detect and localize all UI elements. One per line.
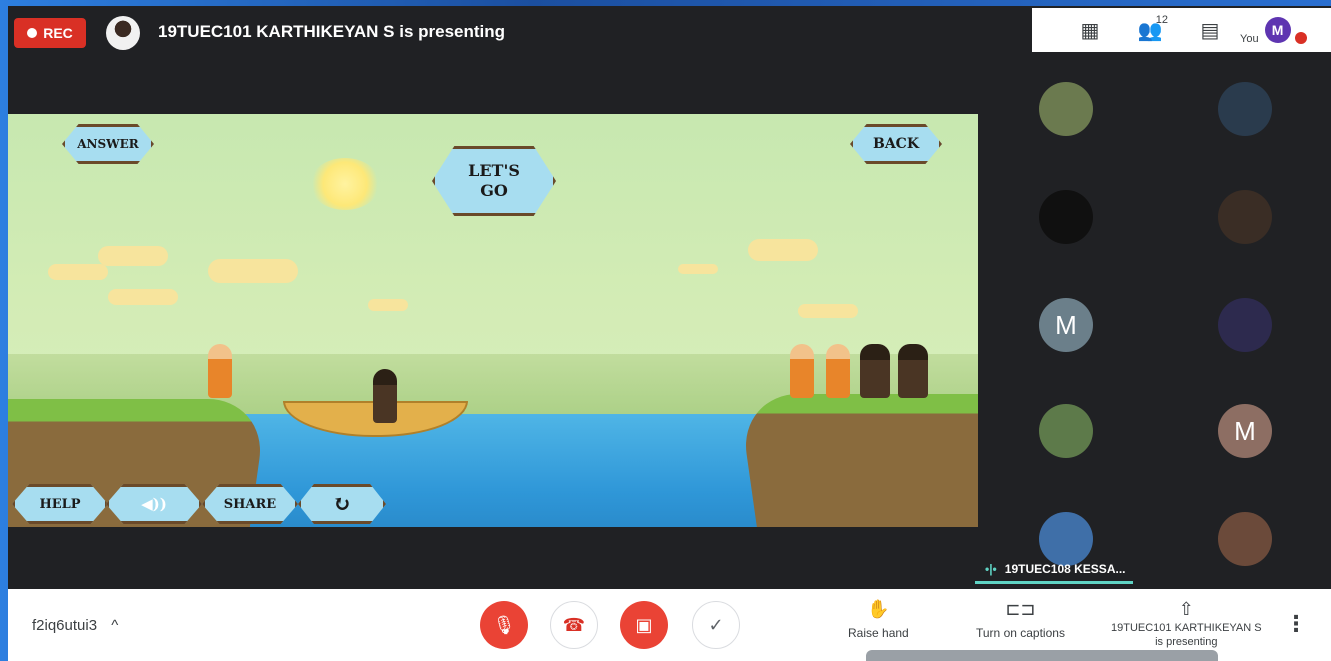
audio-wave-icon: •|• [985,561,997,576]
check-icon: ✓ [708,614,724,635]
hand-icon: ✋ [867,599,890,619]
lets-go-button[interactable]: LET'S GO [432,146,556,216]
presentation-topbar: REC 19TUEC101 KARTHIKEYAN S is presentin… [8,6,978,56]
record-dot-icon [27,28,38,38]
cannibal-character[interactable] [373,369,397,423]
cloud-graphic [748,239,818,261]
lets-go-line2: GO [480,181,508,200]
chat-button[interactable]: ▤ [1180,8,1240,52]
captions-icon: ⊏⊐ [1005,599,1036,619]
reload-icon: ↻ [332,491,352,517]
chat-icon: ▤ [1200,19,1220,42]
share-label: SHARE [223,496,277,512]
cloud-graphic [208,259,298,283]
answer-button[interactable]: ANSWER [62,124,154,164]
speaker-icon: ◀)) [141,495,167,513]
presenter-banner: 19TUEC101 KARTHIKEYAN S is presenting [158,22,506,41]
more-options-button[interactable]: ⋮ [1285,611,1307,637]
cannibal-character[interactable] [860,344,890,398]
cloud-graphic [368,299,408,311]
captions-button[interactable]: ⊏⊐ Turn on captions [976,599,1065,640]
self-view-button[interactable]: You M [1240,15,1307,45]
sound-button[interactable]: ◀)) [106,484,202,524]
tile-initial: M [1234,415,1256,446]
hang-up-icon: ☎ [562,614,586,635]
participant-tile-5[interactable]: M [1039,298,1093,352]
meeting-details-button[interactable]: f2iq6utui3 ^ [32,617,118,634]
participant-tile-1[interactable] [1039,82,1093,136]
participant-tile-2[interactable] [1218,82,1272,136]
monk-character[interactable] [790,344,814,398]
camera-off-icon: ▣ [635,614,653,635]
active-speaker-label: •|• 19TUEC108 KESSA... [975,556,1133,584]
system-taskbar-peek [866,650,1218,661]
cloud-graphic [98,246,168,266]
cloud-graphic [798,304,858,318]
cloud-graphic [678,264,718,274]
check-button[interactable]: ✓ [692,601,740,649]
presenter-avatar [106,16,140,50]
layout-grid-icon[interactable]: ▦ [1060,8,1120,52]
shared-screen-game: ANSWER BACK LET'S GO HELP ◀)) SHARE ↻ [8,114,978,527]
lets-go-line1: LET'S [468,161,520,180]
mic-off-icon: 🎙 [492,614,516,635]
restart-button[interactable]: ↻ [298,484,386,524]
presenting-line1: 19TUEC101 KARTHIKEYAN S [1111,622,1262,634]
presenting-line2: is presenting [1155,636,1218,648]
recording-indicator: REC [14,18,86,48]
participants-count: 12 [1155,14,1168,26]
answer-label: ANSWER [77,137,139,151]
active-speaker-name: 19TUEC108 KESSA... [1004,561,1126,576]
you-label: You [1240,33,1259,45]
participant-tile-7[interactable] [1039,404,1093,458]
cloud-graphic [108,289,178,305]
mic-muted-icon [1294,32,1307,44]
participants-button[interactable]: 👥 12 [1120,8,1180,52]
chevron-up-icon: ^ [111,617,119,634]
back-label: BACK [872,136,919,152]
participant-tile-8[interactable]: M [1218,404,1272,458]
right-bank-graphic [738,394,978,527]
raise-hand-button[interactable]: ✋ Raise hand [848,599,909,640]
back-button[interactable]: BACK [850,124,942,164]
leave-call-button[interactable]: ☎ [550,601,598,649]
participant-tile-6[interactable] [1218,298,1272,352]
self-avatar: M [1264,17,1291,43]
tile-initial: M [1055,309,1077,340]
presenting-status-button[interactable]: ⇧ 19TUEC101 KARTHIKEYAN S is presenting [1111,599,1262,648]
lets-go-label: LET'S GO [468,161,520,201]
captions-label: Turn on captions [976,626,1065,640]
participant-tile-10[interactable] [1218,512,1272,566]
meeting-code: f2iq6utui3 [32,617,98,634]
help-button[interactable]: HELP [12,484,108,524]
monk-character[interactable] [208,344,232,398]
recording-label: REC [43,25,73,41]
meeting-stage: REC 19TUEC101 KARTHIKEYAN S is presentin… [8,6,1331,589]
participants-grid: M M [978,52,1331,589]
monk-character[interactable] [826,344,850,398]
participant-tile-3[interactable] [1039,190,1093,244]
present-screen-icon: ⇧ [1178,599,1194,619]
cloud-graphic [48,264,108,280]
sun-graphic [310,158,380,210]
meeting-toolbar-top-right: ▦ 👥 12 ▤ You M [1032,8,1331,52]
camera-toggle-button[interactable]: ▣ [620,601,668,649]
cannibal-character[interactable] [898,344,928,398]
mic-toggle-button[interactable]: 🎙 [480,601,528,649]
help-label: HELP [39,496,81,512]
participant-tile-4[interactable] [1218,190,1272,244]
raise-hand-label: Raise hand [848,626,909,640]
share-button[interactable]: SHARE [202,484,298,524]
